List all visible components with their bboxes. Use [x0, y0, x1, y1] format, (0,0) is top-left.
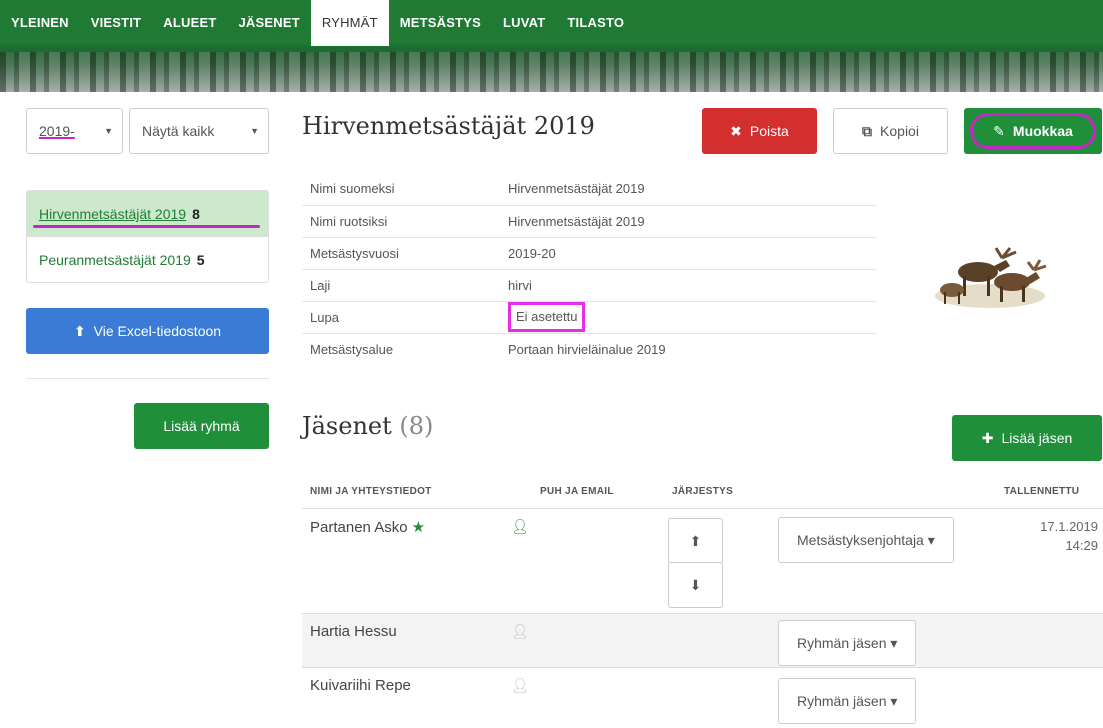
top-banner: YLEINEN VIESTIT ALUEET JÄSENET RYHMÄT ME… [0, 0, 1103, 92]
detail-key: Nimi ruotsiksi [302, 204, 500, 237]
member-name: Partanen Asko [310, 519, 408, 536]
group-item-hirvenmetsastajat[interactable]: Hirvenmetsästäjät 2019 8 [27, 191, 268, 237]
role-dropdown[interactable]: Ryhmän jäsen ▾ [778, 678, 917, 724]
highlight-underline [33, 225, 260, 228]
nav-alueet[interactable]: ALUEET [152, 0, 227, 46]
nav-ryhmat[interactable]: RYHMÄT [310, 0, 389, 46]
detail-key: Lupa [302, 300, 500, 333]
detail-value: 2019-20 [500, 236, 876, 269]
role-label: Metsästyksenjohtaja [797, 532, 924, 548]
role-label: Ryhmän jäsen [797, 635, 887, 651]
role-dropdown[interactable]: Ryhmän jäsen ▾ [778, 620, 917, 666]
arrow-up-icon: ⬆ [689, 533, 702, 549]
delete-button[interactable]: ✖ Poista [702, 108, 817, 154]
group-list: Hirvenmetsästäjät 2019 8 Peuranmetsästäjä… [26, 190, 269, 283]
edit-button[interactable]: ✎ Muokkaa [964, 108, 1102, 154]
move-up-button[interactable]: ⬆ [668, 518, 723, 564]
group-name: Hirvenmetsästäjät 2019 [39, 206, 187, 222]
add-group-button[interactable]: Lisää ryhmä [134, 403, 269, 449]
detail-row: Lupa Ei asetettu [302, 300, 876, 333]
column-header-contact: PUH JA EMAIL [540, 486, 614, 497]
detail-row: Nimi suomeksi Hirvenmetsästäjät 2019 [302, 173, 876, 205]
copy-button[interactable]: ⧉ Kopioi [833, 108, 948, 154]
moose-illustration [935, 247, 1047, 308]
person-icon[interactable]: 👤︎ [511, 518, 529, 535]
caret-down-icon: ▼ [250, 126, 259, 136]
detail-value: hirvi [500, 268, 876, 301]
group-name: Peuranmetsästäjät 2019 [39, 252, 191, 268]
nav-tilasto[interactable]: TILASTO [556, 0, 635, 46]
detail-row: Metsästysvuosi 2019-20 [302, 236, 876, 269]
person-icon[interactable]: 👤︎ [511, 623, 529, 640]
filter-select-value: Näytä kaikk [142, 123, 215, 139]
edit-label: Muokkaa [1012, 123, 1073, 139]
group-count: 8 [192, 206, 200, 222]
export-excel-button[interactable]: ⬆ Vie Excel-tiedostoon [26, 308, 269, 354]
member-row: Kuivariihi Repe 👤︎ Ryhmän jäsen ▾ [302, 668, 1103, 728]
caret-down-icon: ▾ [927, 532, 935, 548]
detail-value: Hirvenmetsästäjät 2019 [508, 181, 645, 197]
role-label: Ryhmän jäsen [797, 693, 887, 709]
delete-label: Poista [749, 123, 789, 139]
nav-luvat[interactable]: LUVAT [492, 0, 556, 46]
saved-time: 14:29 [1065, 538, 1098, 553]
close-icon: ✖ [730, 123, 742, 139]
detail-row: Nimi ruotsiksi Hirvenmetsästäjät 2019 [302, 204, 876, 237]
column-header-name: NIMI JA YHTEYSTIEDOT [310, 486, 432, 497]
group-details-table: Nimi suomeksi Hirvenmetsästäjät 2019 Nim… [302, 173, 876, 365]
plus-icon: ✚ [981, 430, 994, 446]
column-header-saved: TALLENNETTU [1004, 486, 1080, 497]
add-member-label: Lisää jäsen [1001, 430, 1073, 446]
detail-row: Laji hirvi [302, 268, 876, 301]
page-title: Hirvenmetsästäjät 2019 [302, 112, 595, 140]
year-select[interactable]: 2019- ▼ [26, 108, 123, 154]
add-member-button[interactable]: ✚ Lisää jäsen [952, 415, 1102, 461]
member-name-cell: Partanen Asko ★ [310, 518, 425, 536]
person-icon[interactable]: 👤︎ [511, 677, 529, 694]
export-excel-label: Vie Excel-tiedostoon [93, 323, 222, 339]
role-dropdown[interactable]: Metsästyksenjohtaja ▾ [778, 517, 954, 563]
caret-down-icon: ▾ [890, 693, 898, 709]
detail-key: Laji [302, 268, 500, 301]
copy-label: Kopioi [880, 123, 919, 139]
filter-select[interactable]: Näytä kaikk ▼ [129, 108, 269, 154]
member-row: Hartia Hessu 👤︎ Ryhmän jäsen ▾ [302, 614, 1103, 668]
copy-icon: ⧉ [862, 123, 873, 139]
caret-down-icon: ▼ [104, 126, 113, 136]
group-item-peuranmetsastajat[interactable]: Peuranmetsästäjät 2019 5 [27, 237, 268, 282]
caret-down-icon: ▾ [890, 635, 898, 651]
detail-key: Metsästysvuosi [302, 236, 500, 269]
forest-banner-texture [0, 52, 1103, 92]
arrow-down-icon: ⬇ [689, 577, 702, 593]
move-down-button[interactable]: ⬇ [668, 562, 723, 608]
nav-yleinen[interactable]: YLEINEN [0, 0, 80, 46]
nav-jasenet[interactable]: JÄSENET [227, 0, 310, 46]
member-name: Hartia Hessu [310, 623, 397, 640]
detail-key: Nimi suomeksi [310, 181, 395, 197]
member-row: Partanen Asko ★ 👤︎ ⬆ ⬇ Metsästyksenjohtaj… [302, 509, 1103, 614]
edit-icon: ✎ [993, 123, 1005, 139]
detail-value-highlighted: Ei asetettu [508, 302, 586, 332]
detail-value: Portaan hirvieläinalue 2019 [500, 332, 876, 365]
members-title: Jäsenet (8) [302, 412, 433, 440]
saved-timestamp: 17.1.2019 14:29 [1006, 517, 1098, 555]
column-header-order: JÄRJESTYS [672, 486, 734, 497]
detail-row: Metsästysalue Portaan hirvieläinalue 201… [302, 332, 876, 365]
year-select-value: 2019- [39, 123, 75, 139]
nav-viestit[interactable]: VIESTIT [80, 0, 153, 46]
group-count: 5 [196, 252, 205, 268]
star-icon: ★ [411, 519, 426, 536]
members-title-text: Jäsenet [302, 412, 392, 440]
export-icon: ⬆ [73, 323, 86, 339]
detail-value: Hirvenmetsästäjät 2019 [500, 204, 876, 237]
nav-metsastys[interactable]: METSÄSTYS [389, 0, 492, 46]
sidebar-divider [26, 378, 269, 379]
saved-date: 17.1.2019 [1040, 519, 1098, 534]
edit-highlight: ✎ Muokkaa [970, 113, 1096, 149]
member-name: Kuivariihi Repe [310, 677, 411, 694]
detail-key: Metsästysalue [302, 332, 500, 365]
main-nav: YLEINEN VIESTIT ALUEET JÄSENET RYHMÄT ME… [0, 0, 635, 46]
members-count: (8) [399, 412, 434, 440]
